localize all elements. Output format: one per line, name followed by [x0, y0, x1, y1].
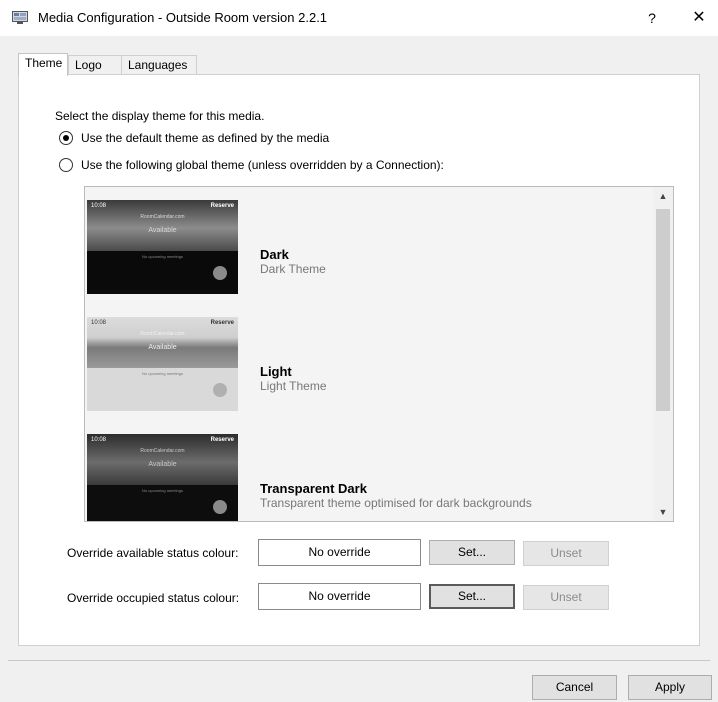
scroll-down-arrow-icon[interactable]: ▼ — [653, 503, 673, 521]
radio-global-theme-button[interactable] — [59, 158, 73, 172]
theme-thumbnail-light: 10:08 Reserve RoomCalendar.com Available… — [87, 317, 238, 411]
thumb-reserve-label: Reserve — [210, 320, 234, 326]
thumb-add-icon — [213, 383, 227, 397]
radio-default-theme-label[interactable]: Use the default theme as defined by the … — [81, 131, 329, 145]
theme-thumbnail-transparent-dark: 10:08 Reserve RoomCalendar.com Available… — [87, 434, 238, 521]
theme-intro-text: Select the display theme for this media. — [55, 109, 265, 123]
override-occupied-value: No override — [258, 583, 421, 610]
theme-description: Dark Theme — [260, 262, 326, 276]
thumb-status: Available — [148, 344, 177, 351]
thumb-status: Available — [148, 461, 177, 468]
thumb-clock: 10:08 — [91, 437, 107, 443]
theme-thumbnail-dark: 10:08 Reserve RoomCalendar.com Available… — [87, 200, 238, 294]
thumb-status: Available — [148, 227, 177, 234]
thumb-no-meetings: No upcoming meetings — [142, 488, 183, 493]
cancel-button[interactable]: Cancel — [532, 675, 617, 700]
theme-name: Transparent Dark — [260, 481, 367, 496]
help-button[interactable]: ? — [640, 6, 664, 30]
window-title: Media Configuration - Outside Room versi… — [38, 10, 328, 25]
theme-item-light[interactable]: 10:08 Reserve RoomCalendar.com Available… — [85, 317, 655, 417]
window-app-icon — [12, 11, 28, 24]
radio-global-theme-label[interactable]: Use the following global theme (unless o… — [81, 158, 444, 172]
apply-button[interactable]: Apply — [628, 675, 712, 700]
thumb-site: RoomCalendar.com — [140, 448, 185, 454]
radio-default-theme-button[interactable] — [59, 131, 73, 145]
thumb-add-icon — [213, 500, 227, 514]
unset-occupied-colour-button[interactable]: Unset — [523, 585, 609, 610]
override-occupied-label: Override occupied status colour: — [67, 591, 240, 605]
thumb-clock: 10:08 — [91, 203, 107, 209]
theme-description: Transparent theme optimised for dark bac… — [260, 496, 532, 510]
override-available-label: Override available status colour: — [67, 546, 239, 560]
theme-description: Light Theme — [260, 379, 327, 393]
set-occupied-colour-button[interactable]: Set... — [429, 584, 515, 609]
unset-available-colour-button[interactable]: Unset — [523, 541, 609, 566]
footer-separator — [8, 660, 710, 661]
title-bar: Media Configuration - Outside Room versi… — [0, 0, 718, 36]
theme-name: Dark — [260, 247, 289, 262]
scroll-up-arrow-icon[interactable]: ▲ — [653, 187, 673, 205]
close-button[interactable]: ✕ — [686, 6, 712, 30]
override-available-value: No override — [258, 539, 421, 566]
theme-name: Light — [260, 364, 292, 379]
thumb-site: RoomCalendar.com — [140, 331, 185, 337]
thumb-reserve-label: Reserve — [210, 437, 234, 443]
theme-list-scrollbar[interactable]: ▲ ▼ — [653, 187, 673, 521]
thumb-no-meetings: No upcoming meetings — [142, 371, 183, 376]
thumb-reserve-label: Reserve — [210, 203, 234, 209]
theme-item-dark[interactable]: 10:08 Reserve RoomCalendar.com Available… — [85, 200, 655, 300]
theme-item-transparent-dark[interactable]: 10:08 Reserve RoomCalendar.com Available… — [85, 434, 655, 521]
theme-tab-panel: Select the display theme for this media.… — [18, 74, 700, 646]
thumb-no-meetings: No upcoming meetings — [142, 254, 183, 259]
scroll-thumb[interactable] — [656, 209, 670, 411]
tab-theme[interactable]: Theme — [18, 53, 68, 76]
tab-languages[interactable]: Languages — [121, 55, 197, 75]
set-available-colour-button[interactable]: Set... — [429, 540, 515, 565]
theme-list[interactable]: 10:08 Reserve RoomCalendar.com Available… — [84, 186, 674, 522]
thumb-clock: 10:08 — [91, 320, 107, 326]
thumb-add-icon — [213, 266, 227, 280]
thumb-site: RoomCalendar.com — [140, 214, 185, 220]
